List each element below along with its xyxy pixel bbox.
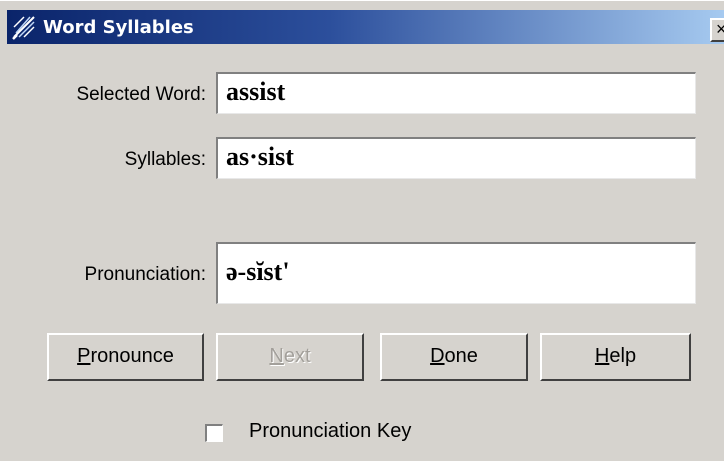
pronunciation-label: Pronunciation: (84, 264, 206, 285)
feather-lines-icon (12, 16, 35, 40)
done-label: one (444, 345, 478, 367)
pronunciation-key-label[interactable]: Pronunciation Key (249, 420, 411, 443)
syllables-field[interactable]: as·sist (216, 137, 696, 179)
pronounce-accel: P (77, 345, 91, 367)
syllables-label: Syllables: (124, 149, 206, 170)
done-button[interactable]: Done (380, 333, 528, 381)
pronunciation-key-checkbox[interactable] (205, 424, 223, 442)
help-button[interactable]: Help (540, 333, 691, 381)
title-bar[interactable]: Word Syllables × (7, 10, 724, 44)
help-accel: H (594, 345, 610, 367)
done-accel: D (430, 345, 445, 367)
help-label: elp (609, 345, 637, 367)
next-button[interactable]: Next (216, 333, 364, 381)
close-icon: × (716, 20, 724, 39)
next-label: ext (283, 345, 311, 367)
word-syllables-dialog: Word Syllables × Selected Word: assist S… (0, 0, 724, 461)
pronounce-label: ronounce (90, 345, 174, 367)
pronounce-button[interactable]: Pronounce (47, 333, 204, 381)
selected-word-field[interactable]: assist (216, 72, 696, 114)
pronunciation-field[interactable]: ə-sĭst' (216, 242, 696, 304)
selected-word-label: Selected Word: (76, 84, 206, 105)
close-button[interactable]: × (710, 18, 724, 42)
window-title: Word Syllables (43, 17, 194, 38)
next-accel: N (269, 345, 284, 367)
